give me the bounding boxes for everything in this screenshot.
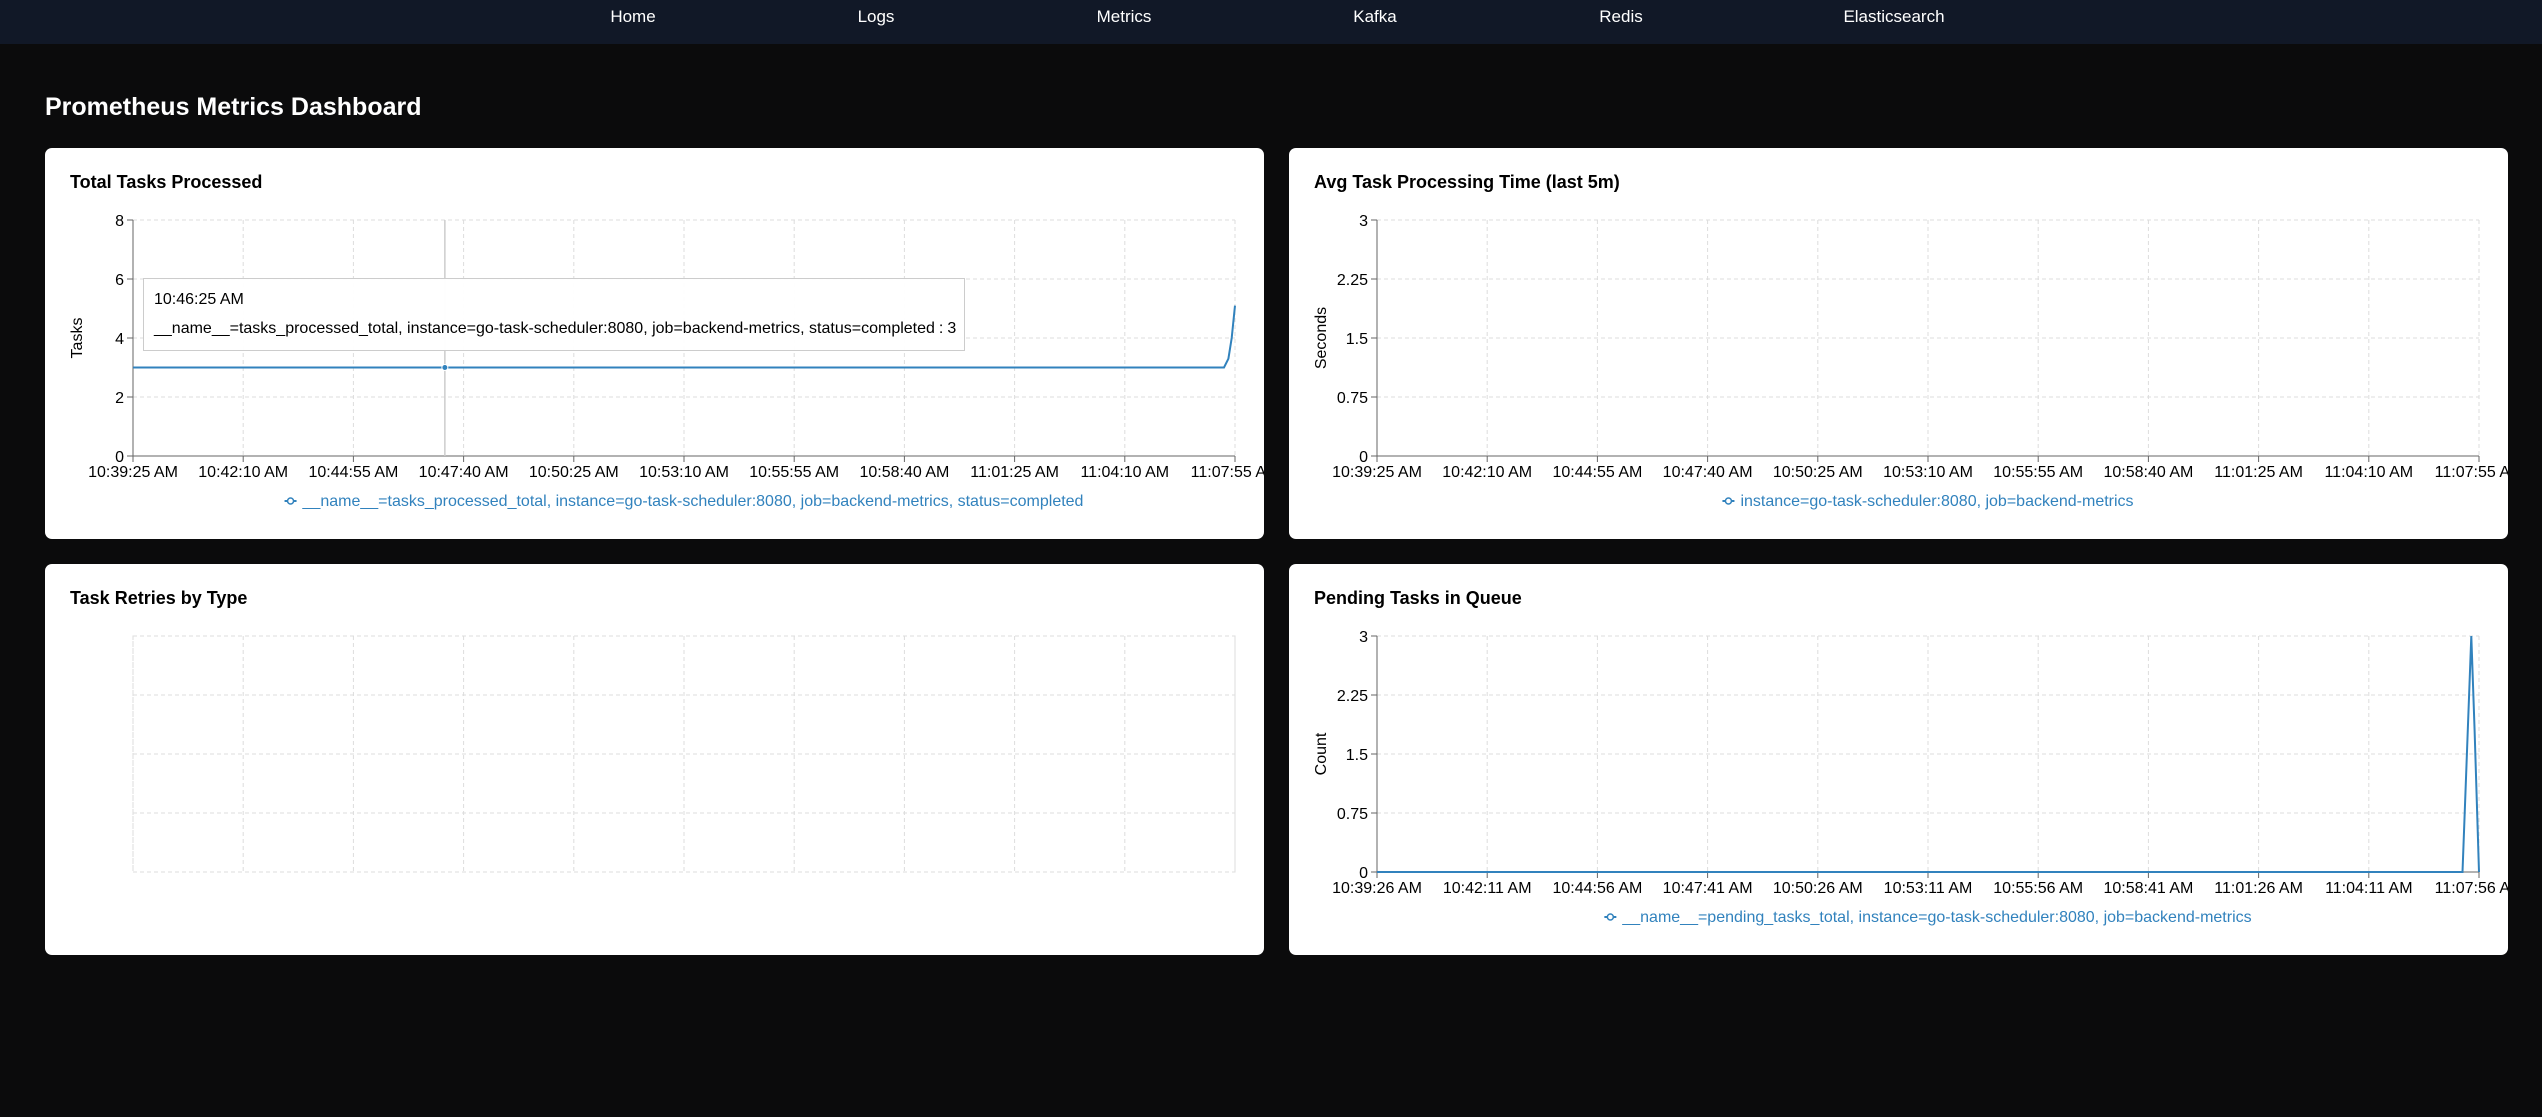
avg-processing-time-chart[interactable]: 00.751.52.25310:39:25 AM 10:42:10 AM 10:44…	[1289, 148, 2508, 539]
legend-label[interactable]: instance=go-task-scheduler:8080, job=bac…	[1740, 493, 2133, 510]
x-tick-label: 10:58:41 AM	[2103, 880, 2193, 897]
y-tick-label: 0.75	[1337, 806, 1368, 823]
chart-legend: __name__=pending_tasks_total, instance=g…	[1604, 909, 2252, 926]
y-axis-label: Seconds	[1313, 307, 1330, 369]
y-tick-label: 3	[1359, 213, 1368, 230]
y-tick-label: 0.75	[1337, 390, 1368, 407]
nav-link-home[interactable]: Home	[610, 7, 655, 27]
tooltip-series-name: __name__=tasks_processed_total, instance…	[154, 320, 935, 337]
x-tick-label: 10:55:55 AM	[1993, 464, 2083, 481]
legend-label[interactable]: __name__=tasks_processed_total, instance…	[302, 493, 1084, 510]
tooltip-value: 3	[947, 320, 957, 337]
y-tick-label: 2	[115, 390, 124, 407]
nav-link-metrics[interactable]: Metrics	[1097, 7, 1152, 27]
chart-legend: instance=go-task-scheduler:8080, job=bac…	[1722, 493, 2134, 510]
x-tick-label: 10:53:10 AM	[639, 464, 729, 481]
chart-card-pending-tasks: Pending Tasks in Queue 0 0.75 1.5 2.25 3 10:3…	[1289, 564, 2508, 955]
y-axis-label: Count	[1313, 732, 1330, 775]
y-tick-label: 1.5	[1346, 331, 1368, 348]
legend-marker-icon	[1606, 913, 1615, 921]
y-tick-label: 2.25	[1337, 688, 1368, 705]
chart-card-avg-processing-time: Avg Task Processing Time (last 5m) 0 0.75…	[1289, 148, 2508, 539]
legend-marker-icon	[286, 497, 295, 505]
x-tick-label: 11:07:55 AM	[2435, 464, 2508, 481]
task-retries-chart[interactable]	[45, 564, 1264, 955]
x-tick-label: 10:50:25 AM	[529, 464, 619, 481]
x-tick-label: 10:50:26 AM	[1773, 880, 1863, 897]
tooltip-row: __name__=tasks_processed_total, instance…	[154, 320, 957, 338]
chart-card-task-retries: Task Retries by Type	[45, 564, 1264, 955]
x-tick-label: 10:39:25 AM	[88, 464, 178, 481]
x-tick-label: 10:47:40 AM	[419, 464, 509, 481]
x-tick-label: 10:42:11 AM	[1443, 880, 1532, 897]
chart-legend: __name__=tasks_processed_total, instance…	[284, 493, 1084, 510]
pending-tasks-chart[interactable]: 00.751.52.25310:39:26 AM 10:42:11 AM 10:44…	[1289, 564, 2508, 955]
y-tick-label: 1.5	[1346, 747, 1368, 764]
nav-link-logs[interactable]: Logs	[858, 7, 895, 27]
x-tick-label: 10:58:40 AM	[2103, 464, 2193, 481]
y-tick-label: 6	[115, 272, 124, 289]
x-tick-label: 11:01:25 AM	[970, 464, 1059, 481]
y-tick-label: 4	[115, 331, 124, 348]
x-tick-label: 10:53:10 AM	[1883, 464, 1973, 481]
x-tick-label: 10:53:11 AM	[1884, 880, 1973, 897]
x-tick-label: 10:44:56 AM	[1552, 880, 1642, 897]
x-tick-label: 11:07:56 AM	[2435, 880, 2508, 897]
x-tick-label: 11:01:26 AM	[2214, 880, 2303, 897]
page-title: Prometheus Metrics Dashboard	[45, 93, 422, 121]
x-tick-label: 11:04:10 AM	[2324, 464, 2413, 481]
x-tick-label: 10:55:55 AM	[749, 464, 839, 481]
tooltip-separator: :	[938, 320, 944, 337]
x-tick-label: 11:04:10 AM	[1080, 464, 1169, 481]
y-tick-label: 2.25	[1337, 272, 1368, 289]
nav-link-redis[interactable]: Redis	[1599, 7, 1642, 27]
x-tick-label: 10:42:10 AM	[1442, 464, 1532, 481]
nav-link-elasticsearch[interactable]: Elasticsearch	[1843, 7, 1944, 27]
top-navigation-bar: Home Logs Metrics Kafka Redis Elasticsea…	[0, 0, 2542, 44]
tooltip-time: 10:46:25 AM	[154, 291, 244, 308]
x-tick-label: 10:50:25 AM	[1773, 464, 1863, 481]
x-tick-label: 10:44:55 AM	[1552, 464, 1642, 481]
x-tick-label: 10:39:26 AM	[1332, 880, 1422, 897]
active-data-point	[441, 364, 449, 371]
legend-marker-icon	[1724, 497, 1733, 505]
x-tick-label: 10:55:56 AM	[1993, 880, 2083, 897]
x-tick-label: 10:44:55 AM	[308, 464, 398, 481]
y-tick-label: 8	[115, 213, 124, 230]
x-tick-label: 11:01:25 AM	[2214, 464, 2303, 481]
x-tick-label: 10:39:25 AM	[1332, 464, 1422, 481]
chart-tooltip: 10:46:25 AM __name__=tasks_processed_tot…	[143, 278, 965, 351]
x-tick-label: 10:47:40 AM	[1663, 464, 1753, 481]
x-tick-label: 11:07:55 AM	[1191, 464, 1264, 481]
nav-link-kafka[interactable]: Kafka	[1353, 7, 1396, 27]
x-tick-label: 10:47:41 AM	[1663, 880, 1753, 897]
x-tick-label: 10:42:10 AM	[198, 464, 288, 481]
chart-card-total-tasks: Total Tasks Processed 0 2 4 6 8 10:39:25 AM 10…	[45, 148, 1264, 539]
x-tick-label: 10:58:40 AM	[859, 464, 949, 481]
x-tick-label: 11:04:11 AM	[2325, 880, 2412, 897]
y-tick-label: 3	[1359, 629, 1368, 646]
y-axis-label: Tasks	[69, 318, 86, 359]
legend-label[interactable]: __name__=pending_tasks_total, instance=g…	[1621, 909, 2251, 926]
